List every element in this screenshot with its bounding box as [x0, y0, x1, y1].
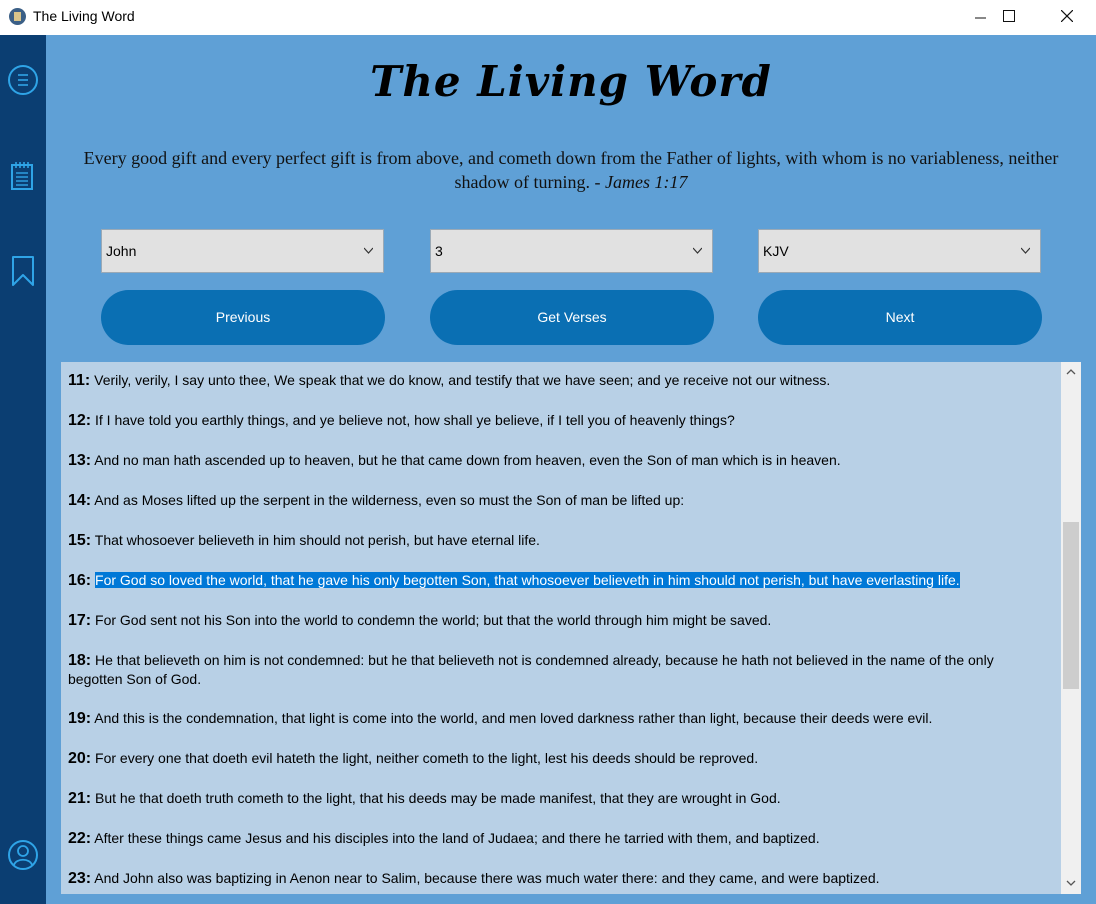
verse-text[interactable]: If I have told you earthly things, and y…: [95, 412, 735, 428]
verse-row[interactable]: 19: And this is the condemnation, that l…: [68, 709, 1043, 728]
main-panel: The Living Word Every good gift and ever…: [46, 35, 1096, 904]
verse-text[interactable]: And no man hath ascended up to heaven, b…: [94, 452, 840, 468]
verse-row[interactable]: 21: But he that doeth truth cometh to th…: [68, 789, 1043, 808]
notes-icon[interactable]: [8, 159, 38, 193]
verse-text[interactable]: He that believeth on him is not condemne…: [68, 652, 994, 687]
verses-list[interactable]: 11: Verily, verily, I say unto thee, We …: [61, 362, 1061, 894]
maximize-icon: [1003, 10, 1015, 22]
verse-number: 16:: [68, 572, 92, 589]
verse-row[interactable]: 11: Verily, verily, I say unto thee, We …: [68, 371, 1043, 390]
verse-row[interactable]: 15: That whosoever believeth in him shou…: [68, 531, 1043, 550]
title-bar: The Living Word: [0, 0, 1096, 35]
chapter-select-value: 3: [435, 243, 443, 259]
chevron-down-icon: [693, 247, 702, 254]
verse-text[interactable]: That whosoever believeth in him should n…: [95, 532, 540, 548]
verse-number: 11:: [68, 372, 91, 389]
verse-row[interactable]: 18: He that believeth on him is not cond…: [68, 651, 1043, 689]
verse-number: 18:: [68, 652, 92, 669]
verse-row[interactable]: 17: For God sent not his Son into the wo…: [68, 611, 1043, 630]
verse-text[interactable]: Verily, verily, I say unto thee, We spea…: [94, 372, 830, 388]
bookmark-icon[interactable]: [8, 253, 38, 287]
verse-row[interactable]: 20: For every one that doeth evil hateth…: [68, 749, 1043, 768]
verse-row[interactable]: 23: And John also was baptizing in Aenon…: [68, 869, 1043, 888]
scroll-up-icon[interactable]: [1066, 367, 1076, 377]
chevron-down-icon: [1021, 247, 1030, 254]
verse-number: 15:: [68, 532, 92, 549]
verse-number: 21:: [68, 790, 92, 807]
verse-number: 17:: [68, 612, 92, 629]
verse-text[interactable]: For every one that doeth evil hateth the…: [95, 750, 758, 766]
scrollbar-thumb[interactable]: [1063, 522, 1079, 689]
book-select-value: John: [106, 243, 137, 259]
verse-number: 14:: [68, 492, 92, 509]
verse-text[interactable]: And this is the condemnation, that light…: [94, 710, 932, 726]
next-button[interactable]: Next: [758, 290, 1042, 345]
get-verses-button[interactable]: Get Verses: [430, 290, 714, 345]
verse-number: 13:: [68, 452, 92, 469]
window-title: The Living Word: [33, 8, 135, 24]
version-select-value: KJV: [763, 243, 789, 259]
verse-number: 19:: [68, 710, 92, 727]
verse-row[interactable]: 14: And as Moses lifted up the serpent i…: [68, 491, 1043, 510]
daily-quote: Every good gift and every perfect gift i…: [64, 146, 1078, 194]
verse-number: 22:: [68, 830, 92, 847]
verse-row[interactable]: 16: For God so loved the world, that he …: [68, 571, 1043, 590]
scroll-down-icon[interactable]: [1066, 878, 1076, 888]
maximize-button[interactable]: [986, 0, 1032, 35]
verse-text[interactable]: For God sent not his Son into the world …: [95, 612, 771, 628]
book-select[interactable]: John: [101, 229, 384, 273]
page-title: The Living Word: [370, 57, 772, 106]
verse-text[interactable]: After these things came Jesus and his di…: [94, 830, 819, 846]
verses-scrollbar[interactable]: [1061, 362, 1081, 894]
verse-text[interactable]: For God so loved the world, that he gave…: [95, 572, 960, 588]
verse-text[interactable]: And as Moses lifted up the serpent in th…: [94, 492, 684, 508]
chapter-select[interactable]: 3: [430, 229, 713, 273]
verse-row[interactable]: 22: After these things came Jesus and hi…: [68, 829, 1043, 848]
previous-button[interactable]: Previous: [101, 290, 385, 345]
verse-row[interactable]: 12: If I have told you earthly things, a…: [68, 411, 1043, 430]
sidebar: [0, 35, 46, 904]
menu-icon[interactable]: [8, 63, 38, 97]
version-select[interactable]: KJV: [758, 229, 1041, 273]
app-icon: [9, 8, 26, 25]
chevron-down-icon: [364, 247, 373, 254]
close-icon: [1060, 9, 1074, 23]
quote-reference: James 1:17: [605, 172, 688, 192]
verse-number: 12:: [68, 412, 92, 429]
close-button[interactable]: [1044, 0, 1090, 35]
verse-text[interactable]: And John also was baptizing in Aenon nea…: [94, 870, 879, 886]
quote-text: Every good gift and every perfect gift i…: [83, 148, 1059, 192]
verse-row[interactable]: 13: And no man hath ascended up to heave…: [68, 451, 1043, 470]
verse-number: 23:: [68, 870, 92, 887]
verse-number: 20:: [68, 750, 92, 767]
verse-text[interactable]: But he that doeth truth cometh to the li…: [95, 790, 781, 806]
user-icon[interactable]: [8, 838, 38, 872]
